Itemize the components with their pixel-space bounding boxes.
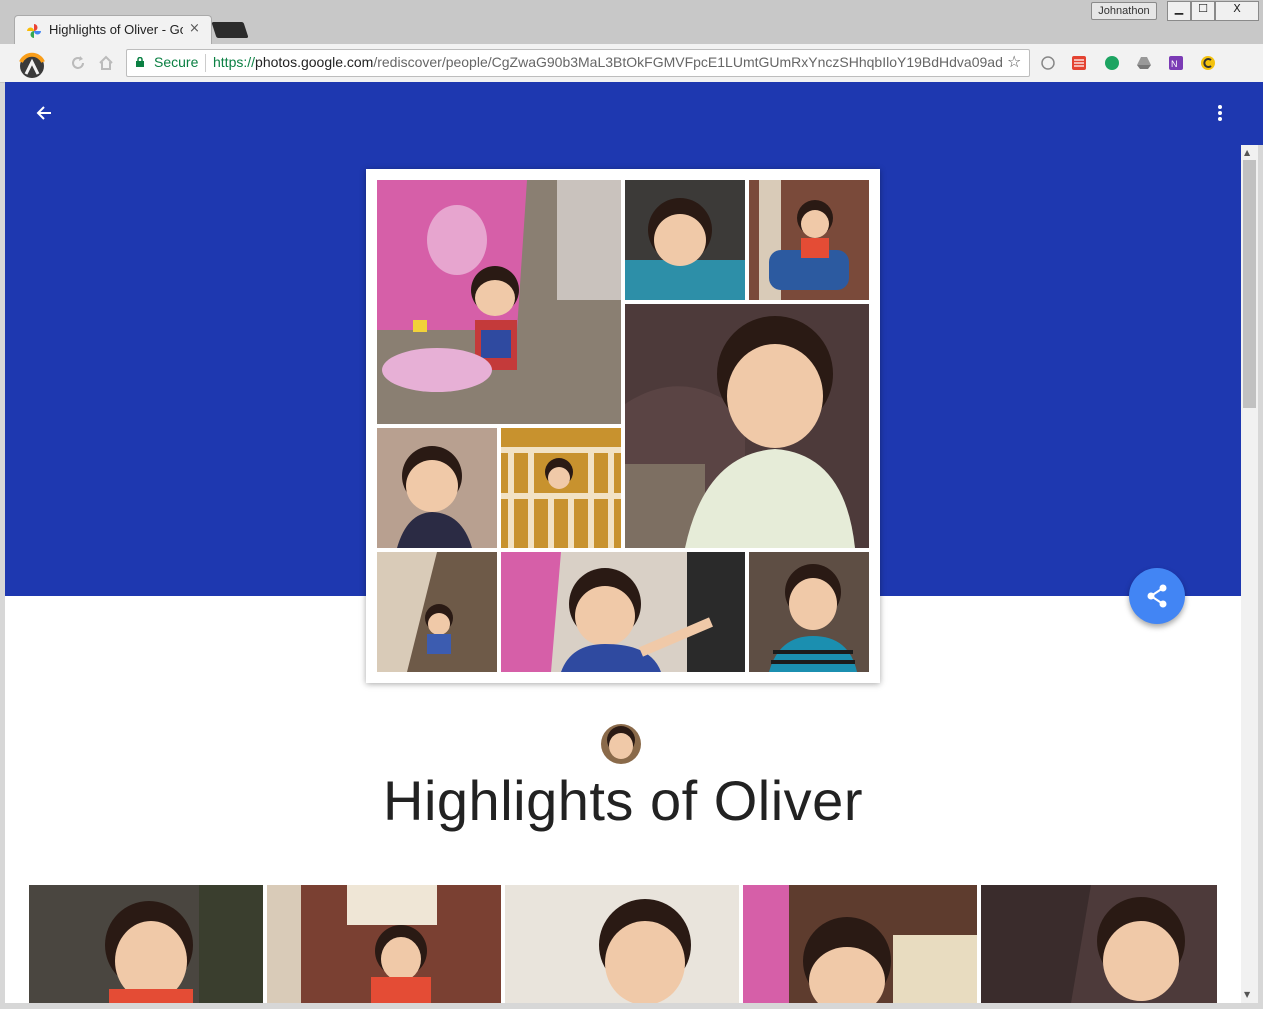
maximize-button[interactable]: ☐ <box>1191 1 1215 21</box>
collage-photo <box>749 180 869 300</box>
google-photos-favicon-icon <box>27 24 41 38</box>
photo-thumbnail[interactable] <box>743 885 977 1003</box>
onenote-icon[interactable]: N <box>1168 55 1184 71</box>
yellow-extension-icon[interactable] <box>1200 55 1216 71</box>
photo-thumbnail[interactable] <box>29 885 263 1003</box>
url-path: /rediscover/people/CgZwaG90b3MaL3BtOkFGM… <box>373 54 1003 70</box>
collage-photo <box>625 304 869 548</box>
collage-photo <box>625 180 745 300</box>
page-content: Highlights of Oliver <box>5 82 1241 1003</box>
browser-tab[interactable]: Highlights of Oliver - Go × <box>14 15 212 45</box>
google-drive-icon[interactable] <box>1136 55 1152 71</box>
extension-circle-icon[interactable] <box>1040 55 1056 71</box>
more-vert-icon[interactable] <box>1209 102 1231 124</box>
minimize-button[interactable]: ▁ <box>1167 1 1191 21</box>
green-extension-icon[interactable] <box>1104 55 1120 71</box>
photo-thumbnail[interactable] <box>267 885 501 1003</box>
collage-photo <box>377 180 621 424</box>
photo-thumbnail[interactable] <box>505 885 739 1003</box>
secure-label: Secure <box>154 54 199 70</box>
new-tab-button[interactable] <box>211 22 249 38</box>
profile-badge[interactable]: Johnathon <box>1091 2 1157 20</box>
photo-thumbnail[interactable] <box>981 885 1217 1003</box>
url-text[interactable]: https://photos.google.com/rediscover/peo… <box>213 54 1003 70</box>
page-title: Highlights of Oliver <box>383 769 863 832</box>
tab-title: Highlights of Oliver - Go <box>49 22 183 37</box>
collage-photo <box>749 552 869 672</box>
home-icon[interactable] <box>98 55 114 71</box>
avatar[interactable] <box>601 724 641 764</box>
overwatch-extension-icon[interactable] <box>12 50 52 80</box>
photo-collage[interactable] <box>366 169 880 683</box>
scrollbar-thumb[interactable] <box>1243 160 1256 408</box>
browser-toolbar: Secure https://photos.google.com/redisco… <box>0 44 1263 83</box>
share-icon[interactable] <box>1129 568 1185 624</box>
window-bottom-frame <box>0 1003 1263 1009</box>
address-bar[interactable]: Secure https://photos.google.com/redisco… <box>126 49 1030 77</box>
scroll-down-icon[interactable]: ▼ <box>1244 990 1250 999</box>
back-arrow-icon[interactable] <box>33 102 55 124</box>
collage-photo <box>501 552 745 672</box>
url-scheme: https:// <box>213 54 256 70</box>
collage-photo <box>377 428 497 548</box>
tab-close-icon[interactable]: × <box>189 21 200 36</box>
todoist-extension-icon[interactable] <box>1071 55 1087 71</box>
omnibox-divider <box>205 54 206 72</box>
reload-icon[interactable] <box>70 55 86 71</box>
close-window-button[interactable]: X <box>1215 1 1259 21</box>
collage-photo <box>377 552 497 672</box>
collage-photo <box>501 428 621 548</box>
title-bar: Johnathon ▁ ☐ X Highlights of Oliver - G… <box>0 0 1263 45</box>
lock-icon <box>136 57 144 67</box>
banner-edge <box>1241 82 1263 145</box>
svg-text:N: N <box>1171 59 1178 69</box>
bookmark-star-icon[interactable]: ☆ <box>1007 52 1021 71</box>
browser-window: Johnathon ▁ ☐ X Highlights of Oliver - G… <box>0 0 1263 1009</box>
scroll-up-icon[interactable]: ▲ <box>1244 148 1250 157</box>
url-host: photos.google.com <box>255 54 374 70</box>
